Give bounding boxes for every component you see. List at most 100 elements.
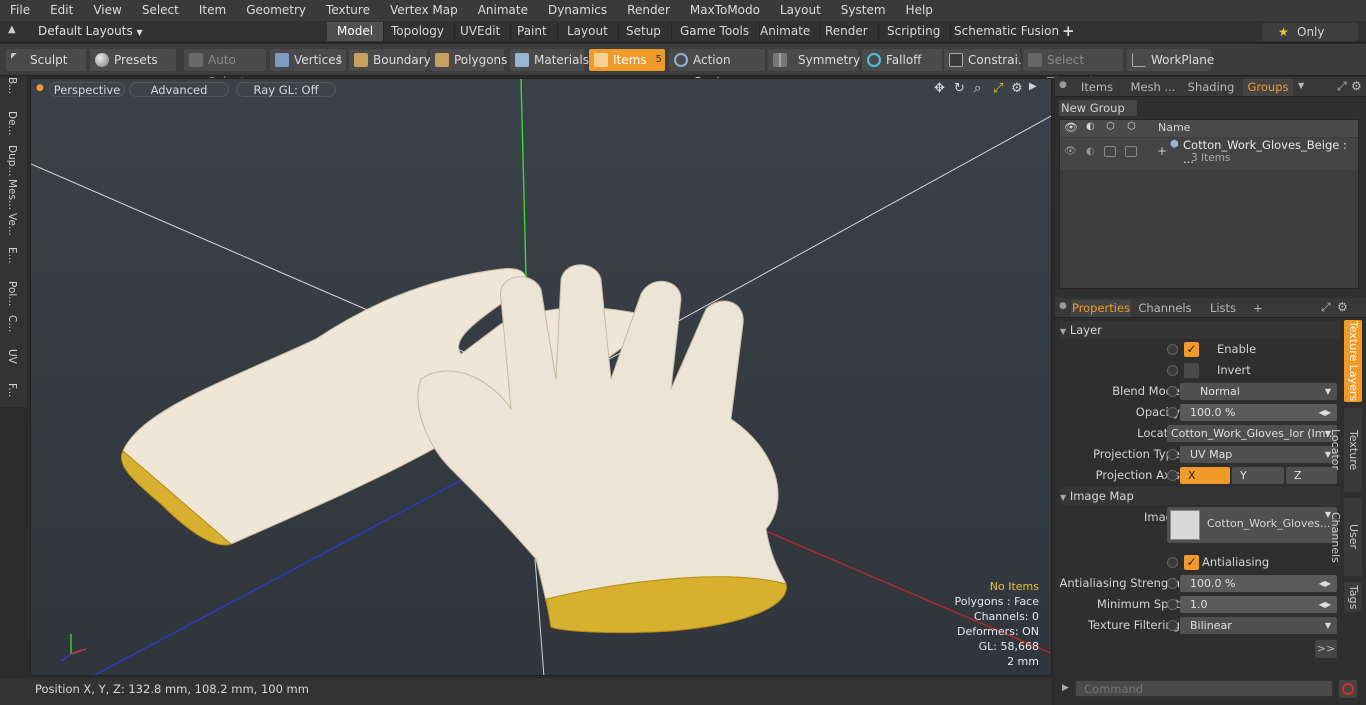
- menu-help[interactable]: Help: [896, 0, 943, 21]
- panel-dot-icon[interactable]: ●: [1059, 80, 1067, 90]
- eye-icon[interactable]: 👁: [1064, 146, 1077, 157]
- more-button[interactable]: >>: [1315, 640, 1337, 658]
- axis-x-button[interactable]: X: [1180, 467, 1230, 484]
- side-tab-user-channels[interactable]: User Channels: [1329, 498, 1362, 576]
- tab-topology[interactable]: Topology: [381, 22, 455, 41]
- opacity-slider[interactable]: 100.0 % ◀▶: [1180, 404, 1337, 421]
- menu-edit[interactable]: Edit: [40, 0, 83, 21]
- menu-layout[interactable]: Layout: [770, 0, 831, 21]
- play-icon[interactable]: ▶: [1029, 81, 1037, 92]
- gear-icon[interactable]: ⚙: [1011, 81, 1023, 96]
- menu-render[interactable]: Render: [617, 0, 680, 21]
- tab-animate[interactable]: Animate: [750, 22, 822, 41]
- tab-lists[interactable]: Lists: [1201, 300, 1245, 317]
- tab-setup[interactable]: Setup: [616, 22, 672, 41]
- menu-view[interactable]: View: [83, 0, 131, 21]
- tab-scripting[interactable]: Scripting: [877, 22, 952, 41]
- raygl-button[interactable]: Ray GL: Off: [236, 82, 336, 97]
- layouts-selector[interactable]: Default Layouts ▼: [38, 24, 143, 38]
- left-tab-duplicate[interactable]: Dup...: [6, 145, 18, 179]
- sculpt-button[interactable]: Sculpt: [6, 49, 86, 71]
- add-tab-button[interactable]: +: [1251, 300, 1265, 317]
- expand-plus-icon[interactable]: +: [1157, 144, 1167, 158]
- add-layout-button[interactable]: +: [1052, 22, 1085, 41]
- blend-mode-anim-dot[interactable]: [1167, 386, 1178, 397]
- left-tab-edge[interactable]: E...: [6, 247, 18, 281]
- presets-button[interactable]: Presets: [90, 49, 176, 71]
- menu-file[interactable]: File: [0, 0, 40, 21]
- tab-items[interactable]: Items: [1073, 79, 1121, 96]
- left-tab-curve[interactable]: C...: [6, 315, 18, 349]
- menu-maxtomodo[interactable]: MaxToModo: [680, 0, 770, 21]
- side-tab-texture-locator[interactable]: Texture Locator: [1329, 408, 1362, 492]
- texture-filtering-dropdown[interactable]: Bilinear ▼: [1180, 617, 1337, 634]
- lock-toggle-icon[interactable]: [1104, 146, 1116, 157]
- move-view-icon[interactable]: ✥: [934, 81, 945, 96]
- tab-channels[interactable]: Channels: [1137, 300, 1193, 317]
- menu-dynamics[interactable]: Dynamics: [538, 0, 617, 21]
- left-tab-vertex[interactable]: Ve...: [6, 213, 18, 247]
- tab-paint[interactable]: Paint: [507, 22, 558, 41]
- viewport-menu-dot-icon[interactable]: ●: [36, 83, 44, 93]
- blend-mode-dropdown[interactable]: Normal ▼: [1180, 383, 1337, 400]
- layer-section-header[interactable]: ▼ Layer: [1060, 321, 1340, 339]
- left-tab-basic[interactable]: B...: [6, 77, 18, 111]
- lock-icon[interactable]: ⬡: [1106, 121, 1115, 132]
- polygons-button[interactable]: Polygons: [430, 49, 507, 71]
- invert-anim-dot[interactable]: [1167, 365, 1178, 376]
- falloff-button[interactable]: Falloff: [862, 49, 942, 71]
- antialiasing-checkbox[interactable]: ✓: [1184, 555, 1199, 570]
- aa-strength-slider[interactable]: 100.0 % ◀▶: [1180, 575, 1337, 592]
- render-icon[interactable]: ◐: [1086, 121, 1095, 132]
- select-through-button[interactable]: Select Through: [1023, 49, 1123, 89]
- left-tab-mesh[interactable]: Mes...: [6, 179, 18, 213]
- select-toggle-icon[interactable]: [1125, 146, 1137, 157]
- new-group-button[interactable]: New Group: [1059, 100, 1137, 116]
- advanced-button[interactable]: Advanced: [129, 82, 229, 97]
- projection-type-dropdown[interactable]: UV Map▼: [1180, 446, 1337, 463]
- menu-item[interactable]: Item: [189, 0, 236, 21]
- min-spot-anim-dot[interactable]: [1167, 599, 1178, 610]
- panel-dot-icon[interactable]: ●: [1059, 301, 1067, 311]
- boundary-button[interactable]: Boundary: [349, 49, 431, 71]
- tab-model[interactable]: Model: [327, 22, 385, 41]
- tab-shading[interactable]: Shading: [1185, 79, 1237, 96]
- left-tab-fusion[interactable]: F...: [6, 383, 18, 417]
- aa-strength-anim-dot[interactable]: [1167, 578, 1178, 589]
- layout-up-arrow-icon[interactable]: ▲: [8, 24, 16, 35]
- 3d-viewport[interactable]: ● Perspective Advanced Ray GL: Off ✥ ↻ ⌕…: [30, 78, 1052, 676]
- auto-select-button[interactable]: Auto Select: [184, 49, 266, 89]
- texture-filtering-anim-dot[interactable]: [1167, 620, 1178, 631]
- projection-type-anim-dot[interactable]: [1167, 449, 1178, 460]
- enable-anim-dot[interactable]: [1167, 344, 1178, 355]
- menu-texture[interactable]: Texture: [316, 0, 380, 21]
- select-icon[interactable]: ⬡: [1127, 121, 1136, 132]
- items-button[interactable]: Items 5: [589, 49, 665, 71]
- action-center-button[interactable]: Action Center: [669, 49, 765, 89]
- tab-mesh[interactable]: Mesh ...: [1125, 79, 1181, 96]
- zoom-view-icon[interactable]: ⌕: [974, 81, 981, 96]
- antialiasing-anim-dot[interactable]: [1167, 557, 1178, 568]
- menu-vertex-map[interactable]: Vertex Map: [380, 0, 468, 21]
- tab-uvedit[interactable]: UVEdit: [450, 22, 512, 41]
- image-selector[interactable]: Cotton_Work_Gloves... ▼: [1167, 507, 1337, 543]
- min-spot-slider[interactable]: 1.0 ◀▶: [1180, 596, 1337, 613]
- symmetry-button[interactable]: Symmetry: [768, 49, 860, 71]
- only-toggle[interactable]: ★ Only: [1262, 23, 1358, 41]
- rotate-view-icon[interactable]: ↻: [954, 81, 965, 96]
- enable-checkbox[interactable]: ✓: [1184, 342, 1199, 357]
- group-row[interactable]: 👁 ◐ + ⬢ Cotton_Work_Gloves_Beige : ... 3…: [1060, 138, 1358, 170]
- left-tab-polygon[interactable]: Pol...: [6, 281, 18, 315]
- menu-geometry[interactable]: Geometry: [236, 0, 316, 21]
- side-tab-texture-layers[interactable]: Texture Layers: [1344, 320, 1362, 402]
- menu-select[interactable]: Select: [132, 0, 189, 21]
- axis-y-button[interactable]: Y: [1232, 467, 1284, 484]
- visibility-eye-icon[interactable]: 👁: [1064, 121, 1078, 134]
- record-button[interactable]: [1339, 680, 1357, 698]
- tab-layout[interactable]: Layout: [557, 22, 619, 41]
- command-input[interactable]: [1075, 680, 1333, 697]
- constraints-button[interactable]: Constrai...: [944, 49, 1029, 71]
- left-tab-uv[interactable]: UV: [6, 349, 18, 383]
- opacity-anim-dot[interactable]: [1167, 407, 1178, 418]
- menu-system[interactable]: System: [831, 0, 896, 21]
